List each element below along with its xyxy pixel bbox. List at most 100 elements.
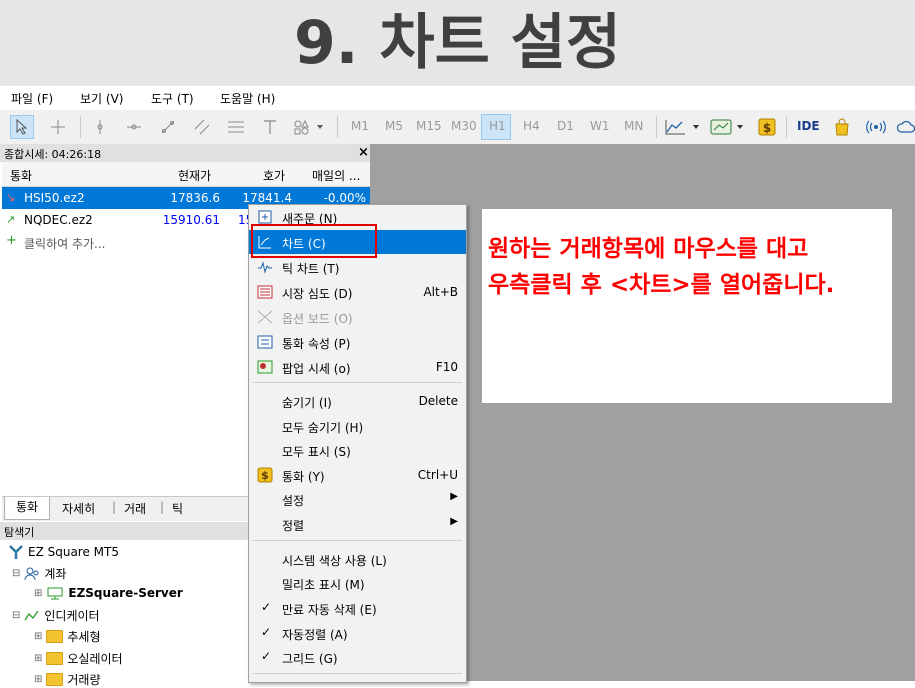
toolbar: M1 M5 M15 M30 H1 H4 D1 W1 MN $ IDE (0, 110, 915, 145)
plus-icon: + (6, 233, 17, 248)
menu-item-hide-all[interactable]: 모두 숨기기 (H) (249, 414, 466, 438)
navigator-panel: EZ Square MT5 ⊟ 계좌 ⊞ EZSquare-Server ⊟ 인… (0, 540, 248, 687)
timeframe-d1[interactable]: D1 (557, 119, 574, 133)
trend-line-icon[interactable] (156, 115, 180, 139)
tree-item-accounts[interactable]: ⊟ 계좌 (12, 565, 66, 582)
tree-label: 계좌 (44, 567, 67, 581)
tree-item-volumes[interactable]: ⊞ 거래량 (34, 671, 101, 688)
popup-icon (257, 359, 273, 375)
timeframe-m15[interactable]: M15 (416, 119, 442, 133)
menu-item-milliseconds[interactable]: 밀리초 표시 (M) (249, 571, 466, 595)
channel-icon[interactable] (190, 115, 214, 139)
tree-item-trend[interactable]: ⊞ 추세형 (34, 628, 101, 645)
folder-icon (46, 673, 64, 686)
dollar-icon: $ (257, 467, 273, 483)
symbol-name: NQDEC.ez2 (24, 213, 93, 227)
menu-item-symbol-properties[interactable]: 통화 속성 (P) (249, 330, 466, 354)
menu-item-system-colors[interactable]: 시스템 색상 사용 (L) (249, 547, 466, 571)
market-watch-tabs: 통화 자세히 | 거래 | 틱 (2, 496, 248, 521)
vertical-line-icon[interactable] (88, 115, 112, 139)
tree-label: 인디케이터 (44, 609, 100, 623)
folder-icon (46, 630, 64, 643)
ask-price: 17841.4 (242, 191, 292, 205)
tab-ticks[interactable]: 틱 (172, 500, 183, 517)
accounts-icon (24, 567, 39, 580)
timeframe-m1[interactable]: M1 (351, 119, 369, 133)
tab-symbols[interactable]: 통화 (4, 497, 50, 520)
text-icon[interactable] (258, 115, 282, 139)
menu-item-grid[interactable]: ✓ 그리드 (G) (249, 645, 466, 669)
symbol-name: HSI50.ez2 (24, 191, 85, 205)
menu-item-show-all[interactable]: 모두 표시 (S) (249, 438, 466, 462)
menu-file[interactable]: 파일 (F) (11, 90, 53, 107)
tick-chart-icon (257, 259, 273, 275)
market-watch-header: 통화 현재가 호가 매일의 ... (2, 162, 370, 187)
instruction-line-2: 우측클릭 후 <차트>를 열어줍니다. (488, 272, 835, 298)
timeframe-w1[interactable]: W1 (590, 119, 610, 133)
column-ask[interactable]: 호가 (263, 167, 285, 184)
menu-item-depth-of-market[interactable]: 시장 심도 (D) Alt+B (249, 280, 466, 304)
market-bag-icon[interactable] (830, 115, 854, 139)
shapes-icon[interactable] (292, 115, 328, 139)
menu-help[interactable]: 도움말 (H) (220, 90, 275, 107)
column-bid[interactable]: 현재가 (178, 167, 211, 184)
dollar-icon[interactable]: $ (755, 115, 779, 139)
context-menu: 새주문 (N) 차트 (C) 틱 차트 (T) 시장 심도 (D) Alt+B … (248, 204, 467, 683)
timeframe-m5[interactable]: M5 (385, 119, 403, 133)
ide-button[interactable]: IDE (797, 119, 820, 133)
menu-item-auto-remove-expired[interactable]: ✓ 만료 자동 삭제 (E) (249, 596, 466, 620)
tree-label: 오실레이터 (67, 652, 123, 666)
menu-tools[interactable]: 도구 (T) (151, 90, 194, 107)
instruction-line-1: 원하는 거래항목에 마우스를 대고 (488, 236, 809, 262)
new-order-icon (257, 209, 273, 225)
timeframe-m30[interactable]: M30 (451, 119, 477, 133)
folder-icon (46, 652, 64, 665)
navigator-title-bar: 탐색기 (0, 522, 248, 540)
menu-item-tick-chart[interactable]: 틱 차트 (T) (249, 255, 466, 279)
horizontal-line-icon[interactable] (122, 115, 146, 139)
tree-item-oscillators[interactable]: ⊞ 오실레이터 (34, 650, 123, 667)
tree-label: 추세형 (67, 630, 101, 644)
menu-item-sets[interactable]: 설정 ▶ (249, 487, 466, 511)
tree-label: EZSquare-Server (68, 586, 183, 600)
menu-bar: 파일 (F) 보기 (V) 도구 (T) 도움말 (H) (0, 86, 915, 111)
tab-trading[interactable]: 거래 (124, 500, 146, 517)
column-symbol[interactable]: 통화 (10, 167, 32, 184)
check-icon: ✓ (261, 600, 272, 614)
fibonacci-icon[interactable] (224, 115, 248, 139)
menu-item-symbols[interactable]: $ 통화 (Y) Ctrl+U (249, 463, 466, 487)
cursor-icon[interactable] (10, 115, 34, 139)
server-icon (47, 587, 63, 600)
close-icon[interactable]: × (358, 145, 369, 160)
submenu-arrow-icon: ▶ (450, 516, 458, 527)
indicators-icon (24, 610, 39, 620)
tree-item-indicators[interactable]: ⊟ 인디케이터 (12, 607, 100, 624)
navigator-title: 탐색기 (4, 526, 35, 539)
check-icon: ✓ (261, 625, 272, 639)
menu-view[interactable]: 보기 (V) (80, 90, 123, 107)
check-icon: ✓ (261, 649, 272, 663)
crosshair-icon[interactable] (46, 115, 70, 139)
timeframe-h1[interactable]: H1 (489, 119, 506, 133)
cloud-icon[interactable] (897, 115, 915, 139)
market-watch-title-bar: 종합시세: 04:26:18 × (0, 144, 370, 162)
svg-text:$: $ (763, 121, 771, 135)
tab-details[interactable]: 자세히 (62, 500, 95, 517)
submenu-arrow-icon: ▶ (450, 491, 458, 502)
template-icon[interactable] (708, 115, 748, 139)
menu-item-hide[interactable]: 숨기기 (I) Delete (249, 389, 466, 413)
tree-item-server[interactable]: ⊞ EZSquare-Server (34, 586, 183, 600)
menu-item-sort[interactable]: 정렬 ▶ (249, 512, 466, 536)
tree-item-broker[interactable]: EZ Square MT5 (8, 544, 119, 560)
timeframe-h4[interactable]: H4 (523, 119, 540, 133)
chart-type-icon[interactable] (664, 115, 704, 139)
up-arrow-icon: ↗ (6, 213, 16, 226)
column-daily-change[interactable]: 매일의 ... (312, 167, 360, 184)
timeframe-mn[interactable]: MN (624, 119, 643, 133)
depth-icon (257, 284, 273, 300)
signals-icon[interactable] (864, 115, 888, 139)
tree-label: 거래량 (67, 673, 101, 687)
instruction-note: 원하는 거래항목에 마우스를 대고 우측클릭 후 <차트>를 열어줍니다. (482, 209, 892, 403)
menu-item-popup-prices[interactable]: 팝업 시세 (o) F10 (249, 355, 466, 379)
menu-item-auto-arrange[interactable]: ✓ 자동정렬 (A) (249, 621, 466, 645)
